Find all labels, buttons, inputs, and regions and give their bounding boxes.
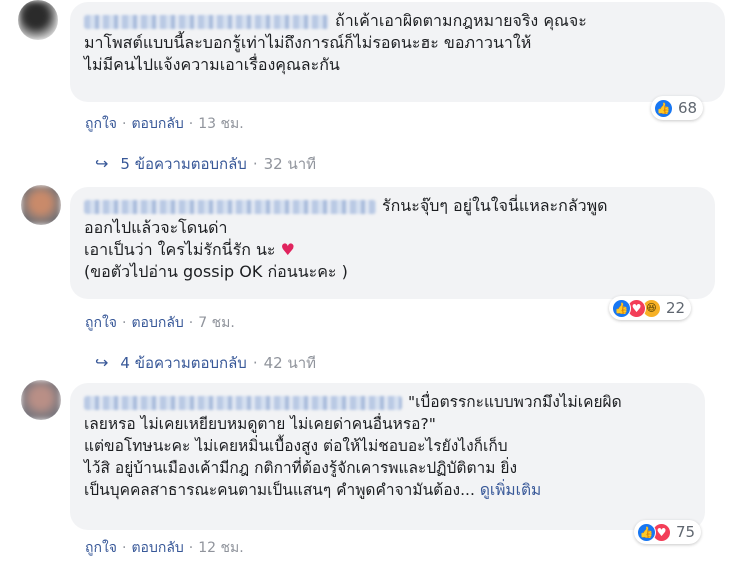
like-button[interactable]: ถูกใจ bbox=[85, 116, 117, 132]
view-replies-link[interactable]: ↪ 5 ข้อความตอบกลับ · 32 นาที bbox=[95, 152, 316, 176]
comment-text-line: "เบื่อตรรกะแบบพวกมึงไม่เคยผิด bbox=[408, 393, 622, 411]
comment-text-line: เป็นบุคคลสาธารณะคนตามเป็นแสนๆ คำพูดคำจาม… bbox=[84, 481, 475, 499]
like-reaction-icon: 👍 bbox=[637, 522, 656, 542]
comment-bubble: ถ้าเค้าเอาผิดตามกฎหมายจริง คุณจะ มาโพสต์… bbox=[70, 2, 725, 102]
reply-arrow-icon: ↪ bbox=[95, 353, 109, 372]
reaction-summary[interactable]: 👍 68 bbox=[651, 96, 704, 120]
separator: · bbox=[188, 540, 194, 556]
reaction-count: 75 bbox=[676, 523, 696, 541]
reply-button[interactable]: ตอบกลับ bbox=[131, 116, 183, 132]
separator: · bbox=[122, 116, 127, 132]
like-reaction-icon: 👍 bbox=[612, 298, 631, 318]
avatar[interactable] bbox=[18, 0, 58, 40]
separator: · bbox=[122, 315, 127, 331]
like-button[interactable]: ถูกใจ bbox=[85, 315, 117, 331]
separator: · bbox=[252, 354, 258, 372]
timestamp[interactable]: 13 ชม. bbox=[198, 116, 243, 132]
reaction-summary[interactable]: 👍 ♥ 75 bbox=[634, 520, 702, 544]
author-name[interactable] bbox=[84, 14, 329, 29]
like-button[interactable]: ถูกใจ bbox=[85, 540, 117, 556]
see-more-link[interactable]: ดูเพิ่มเติม bbox=[480, 481, 541, 499]
separator: · bbox=[122, 540, 127, 556]
heart-emoji-icon: ♥ bbox=[280, 240, 295, 259]
replies-count-label[interactable]: 4 ข้อความตอบกลับ bbox=[120, 354, 246, 372]
comment-text-line: มาโพสต์แบบนี้ละบอกรู้เท่าไม่ถึงการณ์ก็ไม… bbox=[84, 33, 532, 52]
reaction-summary[interactable]: 👍 ♥ 😆 22 bbox=[609, 296, 692, 320]
avatar[interactable] bbox=[21, 185, 61, 225]
comment-text-line: ไม่มีคนไปแจ้งความเอาเรื่องคุณละกัน bbox=[84, 55, 340, 74]
reaction-count: 22 bbox=[666, 299, 686, 317]
separator: · bbox=[188, 315, 194, 331]
comment-actions: ถูกใจ · ตอบกลับ · 12 ชม. bbox=[85, 537, 244, 559]
avatar[interactable] bbox=[21, 380, 61, 420]
replies-count-label[interactable]: 5 ข้อความตอบกลับ bbox=[120, 155, 246, 173]
replies-time: 42 นาที bbox=[263, 354, 317, 372]
author-name[interactable] bbox=[84, 199, 376, 214]
comment-text-line: (ขอตัวไปอ่าน gossip OK ก่อนนะคะ ) bbox=[84, 262, 348, 281]
comment-text-line: แต่ขอโทษนะคะ ไม่เคยหมิ่นเบื้องสูง ต่อให้… bbox=[84, 437, 508, 455]
comment-bubble: รักนะจุ๊บๆ อยู่ในใจนี่แหละกลัวพูด ออกไปแ… bbox=[70, 187, 715, 299]
separator: · bbox=[252, 155, 258, 173]
comment-text-line: ออกไปแล้วจะโดนด่า bbox=[84, 218, 228, 237]
timestamp[interactable]: 7 ชม. bbox=[198, 315, 235, 331]
comment-text-line: ถ้าเค้าเอาผิดตามกฎหมายจริง คุณจะ bbox=[335, 11, 587, 30]
comment-text-line: ไว้สิ อยู่บ้านเมืองเค้ามีกฎ กติกาที่ต้อง… bbox=[84, 459, 518, 477]
comment-text-line: เลยหรอ ไม่เคยเหยียบหมดูตาย ไม่เคยด่าคนอื… bbox=[84, 415, 436, 433]
separator: · bbox=[188, 116, 194, 132]
comment-text-line: เอาเป็นว่า ใครไม่รักนี่รัก นะ bbox=[84, 240, 276, 259]
comment-actions: ถูกใจ · ตอบกลับ · 13 ชม. bbox=[85, 113, 244, 135]
comment-bubble: "เบื่อตรรกะแบบพวกมึงไม่เคยผิด เลยหรอ ไม่… bbox=[70, 383, 705, 530]
reply-button[interactable]: ตอบกลับ bbox=[131, 315, 183, 331]
author-name[interactable] bbox=[84, 395, 402, 410]
timestamp[interactable]: 12 ชม. bbox=[198, 540, 243, 556]
comment-text-line: รักนะจุ๊บๆ อยู่ในใจนี่แหละกลัวพูด bbox=[382, 196, 608, 215]
view-replies-link[interactable]: ↪ 4 ข้อความตอบกลับ · 42 นาที bbox=[95, 351, 316, 375]
like-reaction-icon: 👍 bbox=[654, 98, 673, 118]
replies-time: 32 นาที bbox=[263, 155, 317, 173]
reaction-count: 68 bbox=[678, 99, 698, 117]
reply-arrow-icon: ↪ bbox=[95, 154, 109, 173]
reply-button[interactable]: ตอบกลับ bbox=[131, 540, 183, 556]
comment-actions: ถูกใจ · ตอบกลับ · 7 ชม. bbox=[85, 312, 235, 334]
